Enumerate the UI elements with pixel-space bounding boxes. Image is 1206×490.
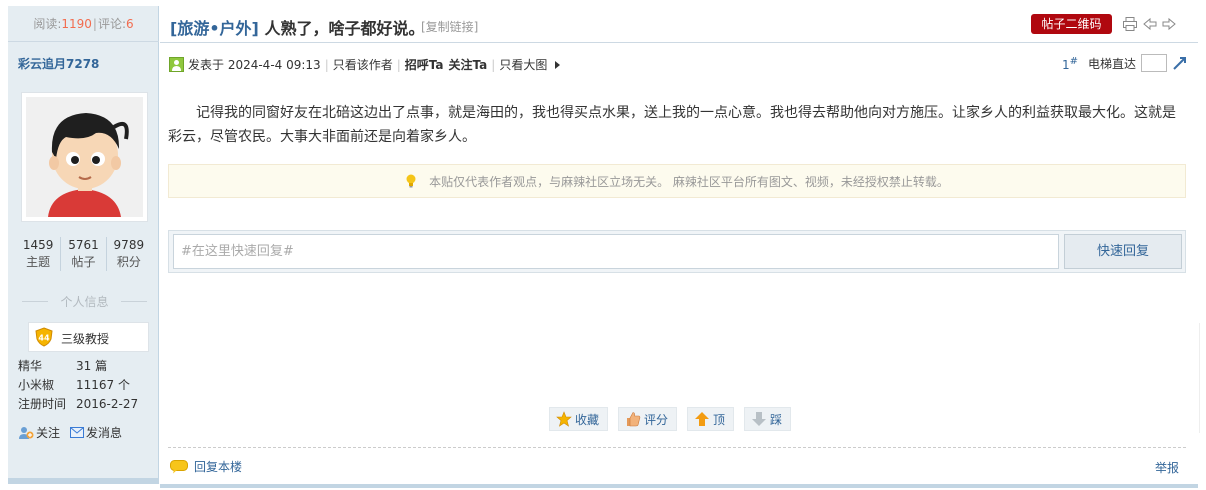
quick-reply-button[interactable]: 快速回复 bbox=[1064, 234, 1182, 269]
post-bottom-border bbox=[160, 484, 1198, 488]
online-status-icon bbox=[169, 57, 184, 72]
thread-stats: 阅读:1190|评论:6 bbox=[8, 6, 159, 42]
print-icon[interactable] bbox=[1122, 16, 1138, 32]
author-stats: 1459 主题 5761 帖子 9789 积分 bbox=[16, 237, 151, 271]
speech-bubble-icon bbox=[170, 459, 188, 473]
stat-label: 帖子 bbox=[71, 255, 96, 269]
stat-label: 主题 bbox=[26, 255, 51, 269]
comments-label: 评论: bbox=[97, 17, 127, 31]
stat-value: 9789 bbox=[113, 238, 145, 252]
page-edge-line bbox=[1199, 323, 1200, 433]
elevator-jump: 电梯直达 bbox=[1088, 54, 1188, 72]
meta-essence: 精华 31 篇 bbox=[18, 359, 107, 373]
rate-label: 评分 bbox=[644, 412, 669, 427]
big-image-link[interactable]: 只看大图 bbox=[499, 56, 547, 73]
message-label: 发消息 bbox=[86, 426, 123, 440]
follow-button[interactable]: 关注 bbox=[18, 424, 60, 441]
favorite-label: 收藏 bbox=[575, 412, 600, 427]
follow-label: 关注 bbox=[36, 426, 61, 440]
mail-icon bbox=[70, 427, 85, 438]
quick-reply-box: #在这里快速回复# 快速回复 bbox=[168, 230, 1186, 273]
author-actions: 关注 发消息 bbox=[18, 424, 132, 441]
post-content: 记得我的同窗好友在北碚这边出了点事，就是海田的，我也得买点水果，送上我的一点心意… bbox=[168, 105, 1176, 145]
views-count: 1190 bbox=[61, 17, 92, 31]
personal-info-heading: 个人信息 bbox=[22, 293, 147, 310]
meta-pepper: 小米椒 11167 个 bbox=[18, 378, 130, 392]
rank-badge-box: 44 三级教授 bbox=[28, 322, 149, 352]
elevator-label: 电梯直达 bbox=[1088, 56, 1137, 71]
lightbulb-icon bbox=[406, 174, 416, 188]
sidebar-bottom-border bbox=[8, 478, 159, 484]
author-sidebar: 阅读:1190|评论:6 彩云追月7278 1459 主题 5761 帖子 97… bbox=[8, 6, 159, 484]
meta-key: 注册时间 bbox=[18, 397, 67, 411]
author-name[interactable]: 彩云追月7278 bbox=[18, 55, 99, 72]
post-actions: 收藏 评分 顶 踩 bbox=[549, 407, 801, 431]
stat-value: 5761 bbox=[68, 238, 99, 252]
stat-posts[interactable]: 5761 帖子 bbox=[60, 237, 105, 271]
quick-reply-input[interactable]: #在这里快速回复# bbox=[173, 234, 1059, 269]
downvote-button[interactable]: 踩 bbox=[744, 407, 792, 431]
copy-link-button[interactable]: [复制链接] bbox=[421, 18, 478, 35]
copyright-notice: 本贴仅代表作者观点，与麻辣社区立场无关。 麻辣社区平台所有图文、视频，未经授权禁… bbox=[168, 164, 1186, 198]
rate-button[interactable]: 评分 bbox=[618, 407, 678, 431]
views-label: 阅读: bbox=[33, 17, 62, 31]
post-date: 发表于 2024-4-4 09:13 bbox=[188, 58, 321, 72]
upvote-button[interactable]: 顶 bbox=[687, 407, 735, 431]
stat-value: 1459 bbox=[22, 238, 54, 252]
greet-link[interactable]: 招呼Ta bbox=[405, 56, 444, 73]
svg-text:44: 44 bbox=[38, 334, 50, 343]
meta-value: 31 篇 bbox=[76, 359, 108, 373]
thread-title-text: 人熟了，啥子都好说。 bbox=[264, 19, 425, 38]
floor-number[interactable]: 1# bbox=[1062, 56, 1078, 72]
avatar[interactable] bbox=[21, 92, 148, 222]
floor-jump-input[interactable] bbox=[1141, 54, 1168, 72]
jump-go-icon[interactable] bbox=[1172, 55, 1188, 71]
arrow-up-icon bbox=[695, 412, 710, 426]
comments-count: 6 bbox=[126, 17, 134, 31]
stat-threads[interactable]: 1459 主题 bbox=[16, 237, 60, 271]
downvote-label: 踩 bbox=[770, 412, 783, 427]
star-icon bbox=[556, 411, 572, 427]
meta-key: 精华 bbox=[18, 359, 43, 373]
stat-label: 积分 bbox=[116, 255, 141, 269]
rank-shield-icon: 44 bbox=[35, 327, 53, 347]
upvote-label: 顶 bbox=[713, 412, 726, 427]
reply-to-floor-button[interactable]: 回复本楼 bbox=[170, 458, 242, 475]
previous-thread-icon[interactable] bbox=[1142, 16, 1158, 32]
meta-value: 11167 个 bbox=[76, 378, 130, 392]
notice-text: 本贴仅代表作者观点，与麻辣社区立场无关。 麻辣社区平台所有图文、视频，未经授权禁… bbox=[429, 174, 949, 189]
caret-right-icon bbox=[555, 60, 561, 69]
meta-key: 小米椒 bbox=[18, 378, 55, 392]
meta-register-date: 注册时间 2016-2-27 bbox=[18, 397, 138, 411]
send-message-button[interactable]: 发消息 bbox=[70, 424, 122, 441]
reply-floor-label: 回复本楼 bbox=[194, 460, 243, 474]
report-link[interactable]: 举报 bbox=[1155, 459, 1179, 476]
follow-user-icon bbox=[19, 426, 34, 439]
thread-category[interactable]: [旅游•户外] bbox=[170, 19, 259, 38]
avatar-image bbox=[26, 97, 143, 217]
thumbs-hand-icon bbox=[627, 412, 641, 427]
only-author-link[interactable]: 只看该作者 bbox=[333, 56, 393, 73]
follow-author-link[interactable]: 关注Ta bbox=[449, 56, 488, 73]
next-thread-icon[interactable] bbox=[1161, 16, 1177, 32]
favorite-button[interactable]: 收藏 bbox=[549, 407, 609, 431]
thread-title: [旅游•户外] 人熟了，啥子都好说。 bbox=[170, 15, 424, 39]
qr-code-button[interactable]: 帖子二维码 bbox=[1031, 14, 1112, 34]
stat-points[interactable]: 9789 积分 bbox=[105, 237, 151, 271]
post-footer-divider bbox=[168, 447, 1186, 448]
rank-name: 三级教授 bbox=[61, 332, 110, 346]
meta-value: 2016-2-27 bbox=[76, 397, 139, 411]
post-meta-bar: 发表于 2024-4-4 09:13 | 只看该作者 | 招呼Ta 关注Ta |… bbox=[160, 44, 1198, 82]
arrow-down-icon bbox=[752, 412, 767, 426]
thread-header: [旅游•户外] 人熟了，啥子都好说。 [复制链接] 帖子二维码 bbox=[160, 6, 1198, 43]
